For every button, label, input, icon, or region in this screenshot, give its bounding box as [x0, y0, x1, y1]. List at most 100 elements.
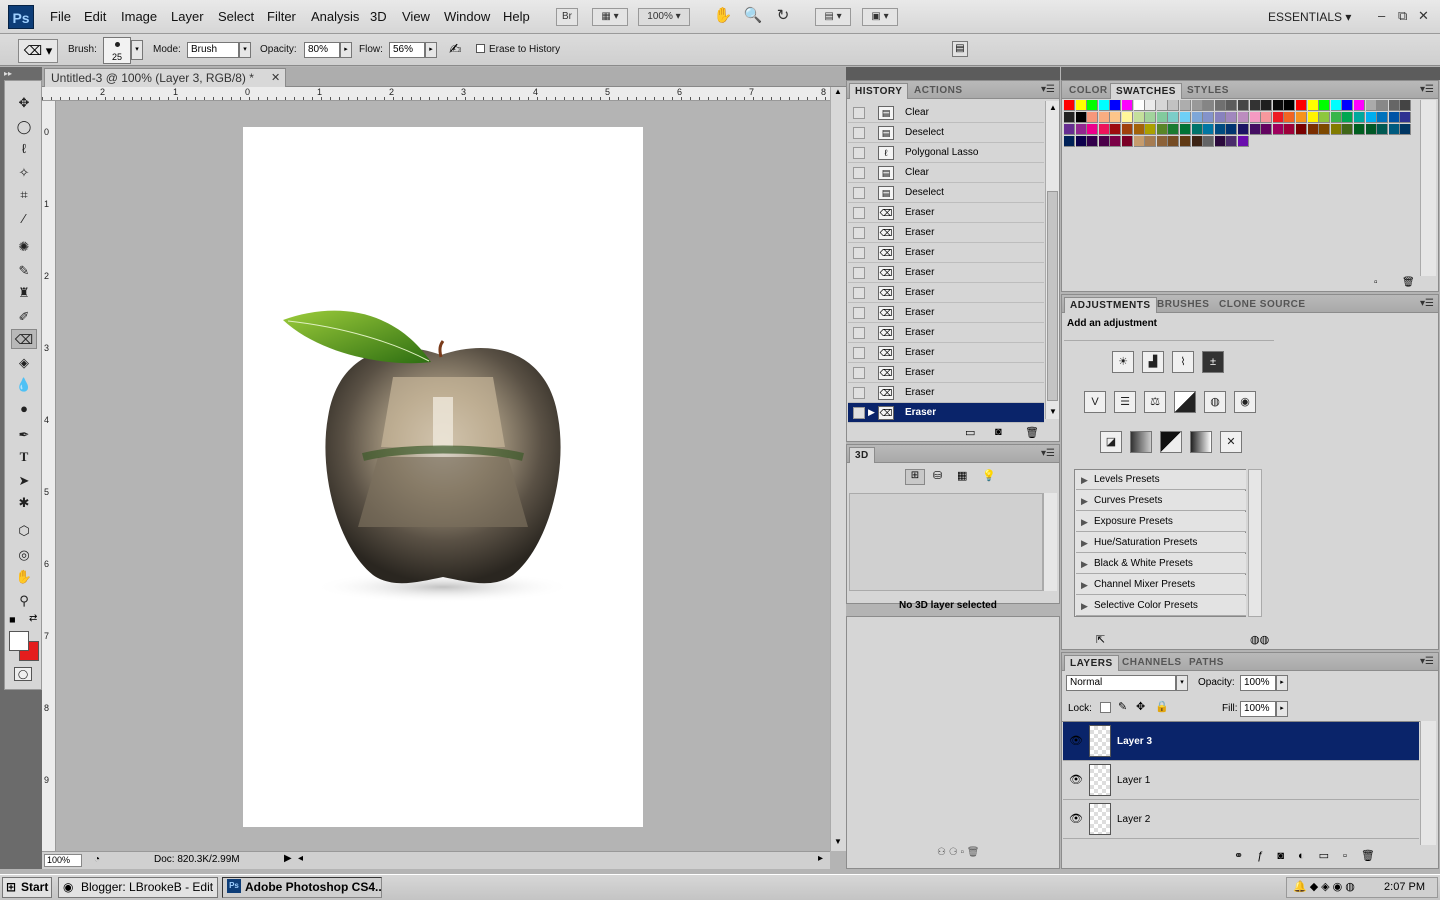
history-brush-tool-icon[interactable]: ✐ — [11, 307, 37, 327]
fill-arrow[interactable]: ▸ — [1276, 701, 1288, 717]
color-swatch[interactable] — [1377, 112, 1389, 123]
swatches-panel-menu-icon[interactable]: ▾☰ — [1420, 84, 1434, 95]
history-source-checkbox[interactable] — [853, 367, 865, 379]
eraser-tool-icon[interactable]: ⌫ — [11, 329, 37, 349]
color-swatch[interactable] — [1388, 100, 1400, 111]
invert-icon[interactable]: ◪ — [1100, 431, 1122, 453]
history-state-row[interactable]: ⌫ Eraser — [848, 203, 1044, 223]
color-swatch[interactable] — [1214, 100, 1226, 111]
color-swatch[interactable] — [1180, 100, 1191, 111]
3d-mesh-filter-icon[interactable]: ⛁ — [933, 469, 942, 482]
3d-material-filter-icon[interactable]: ▦ — [957, 469, 967, 482]
screen-mode-button[interactable]: ▣ ▾ — [862, 8, 898, 26]
color-swatch[interactable] — [1168, 112, 1180, 123]
history-state-row[interactable]: ⌫ Eraser — [848, 343, 1044, 363]
blend-mode-arrow[interactable]: ▾ — [1176, 675, 1188, 691]
expand-triangle-icon[interactable]: ▶ — [1081, 533, 1088, 553]
color-swatch[interactable] — [1180, 136, 1191, 147]
return-to-list-icon[interactable]: ⇱ — [1096, 633, 1105, 646]
color-swatch[interactable] — [1319, 124, 1331, 135]
color-swatch[interactable] — [1377, 124, 1389, 135]
color-swatch[interactable] — [1203, 112, 1215, 123]
color-swatch[interactable] — [1261, 112, 1273, 123]
history-state-row[interactable]: ℓ Polygonal Lasso — [848, 143, 1044, 163]
clone-stamp-tool-icon[interactable]: ♜ — [11, 283, 37, 303]
color-swatch[interactable] — [1238, 124, 1249, 135]
color-swatch[interactable] — [1110, 136, 1122, 147]
preset-row[interactable]: ▶ Selective Color Presets — [1076, 596, 1246, 616]
tab-styles[interactable]: STYLES — [1182, 83, 1234, 99]
preset-row[interactable]: ▶ Curves Presets — [1076, 491, 1246, 511]
expand-triangle-icon[interactable]: ▶ — [1081, 575, 1088, 595]
color-swatch[interactable] — [1191, 100, 1203, 111]
hue-saturation-icon[interactable]: ☰ — [1114, 391, 1136, 413]
mode-select-arrow[interactable]: ▾ — [239, 42, 251, 58]
clip-to-layer-icon[interactable]: ◍◍ — [1250, 633, 1269, 646]
preset-row[interactable]: ▶ Black & White Presets — [1076, 554, 1246, 574]
opacity-slider-arrow[interactable]: ▸ — [340, 42, 352, 58]
type-tool-icon[interactable]: T — [11, 447, 37, 467]
color-swatch[interactable] — [1296, 100, 1307, 111]
history-delete-icon[interactable]: 🗑 — [1025, 426, 1039, 439]
3d-scrollbar[interactable] — [1043, 493, 1057, 591]
zoom-tool-icon[interactable]: 🔍 — [742, 8, 764, 26]
minimize-icon[interactable]: – — [1378, 8, 1385, 23]
adjustments-panel-menu-icon[interactable]: ▾☰ — [1420, 298, 1434, 309]
preset-row[interactable]: ▶ Hue/Saturation Presets — [1076, 533, 1246, 553]
brush-tool-icon[interactable]: ✎ — [11, 261, 37, 281]
3d-panel-menu-icon[interactable]: ▾☰ — [1041, 448, 1055, 459]
color-swatch[interactable] — [1180, 124, 1191, 135]
color-swatch[interactable] — [1168, 100, 1180, 111]
close-icon[interactable]: ✕ — [1418, 8, 1429, 24]
start-button[interactable]: ⊞ Start — [2, 877, 52, 898]
color-swatch[interactable] — [1365, 112, 1377, 123]
quick-mask-icon[interactable]: ◯ — [14, 667, 32, 681]
color-swatch[interactable] — [1365, 124, 1377, 135]
color-swatch[interactable] — [1249, 100, 1261, 111]
expand-triangle-icon[interactable]: ▶ — [1081, 491, 1088, 511]
history-source-checkbox[interactable] — [853, 247, 865, 259]
color-swatch[interactable] — [1330, 112, 1342, 123]
color-swatch[interactable] — [1249, 124, 1261, 135]
tab-color[interactable]: COLOR — [1064, 83, 1113, 99]
fill-input[interactable]: 100% — [1240, 701, 1276, 717]
color-swatch[interactable] — [1191, 124, 1203, 135]
history-panel-menu-icon[interactable]: ▾☰ — [1041, 84, 1055, 95]
color-swatch[interactable] — [1296, 124, 1307, 135]
color-swatch[interactable] — [1110, 112, 1122, 123]
color-swatch[interactable] — [1307, 112, 1319, 123]
history-source-checkbox[interactable] — [853, 407, 865, 419]
menu-help[interactable]: Help — [503, 9, 530, 24]
visibility-eye-icon[interactable]: 👁 — [1069, 734, 1083, 748]
color-swatch[interactable] — [1261, 100, 1273, 111]
color-swatch[interactable] — [1284, 100, 1296, 111]
color-swatch[interactable] — [1272, 112, 1284, 123]
color-swatch[interactable] — [1296, 112, 1307, 123]
color-swatch[interactable] — [1272, 100, 1284, 111]
tab-brushes[interactable]: BRUSHES — [1152, 297, 1214, 313]
visibility-eye-icon[interactable]: 👁 — [1069, 812, 1083, 826]
blend-mode-select[interactable]: Normal — [1066, 675, 1176, 691]
color-swatch[interactable] — [1203, 136, 1215, 147]
gradient-map-icon[interactable] — [1190, 431, 1212, 453]
menu-window[interactable]: Window — [444, 9, 490, 24]
path-selection-tool-icon[interactable]: ➤ — [11, 471, 37, 491]
tab-channels[interactable]: CHANNELS — [1117, 655, 1187, 671]
history-source-checkbox[interactable] — [853, 107, 865, 119]
color-swatch[interactable] — [1145, 136, 1157, 147]
color-swatch[interactable] — [1377, 100, 1389, 111]
history-state-row[interactable]: ⌫ Eraser ▶ — [848, 403, 1044, 423]
color-swatch[interactable] — [1272, 124, 1284, 135]
delete-swatch-icon[interactable]: 🗑 — [1402, 277, 1415, 288]
history-source-checkbox[interactable] — [853, 347, 865, 359]
history-state-row[interactable]: ▤ Clear — [848, 103, 1044, 123]
color-swatch[interactable] — [1075, 124, 1087, 135]
color-swatch[interactable] — [1087, 124, 1099, 135]
mode-select[interactable]: Brush — [187, 42, 239, 58]
tab-history[interactable]: HISTORY — [849, 83, 909, 99]
color-swatch[interactable] — [1400, 124, 1412, 135]
3d-scene-filter-icon[interactable]: ⊞ — [905, 469, 925, 485]
lock-position-icon[interactable]: ✥ — [1136, 700, 1145, 713]
history-state-row[interactable]: ⌫ Eraser — [848, 383, 1044, 403]
history-state-row[interactable]: ▤ Deselect — [848, 123, 1044, 143]
